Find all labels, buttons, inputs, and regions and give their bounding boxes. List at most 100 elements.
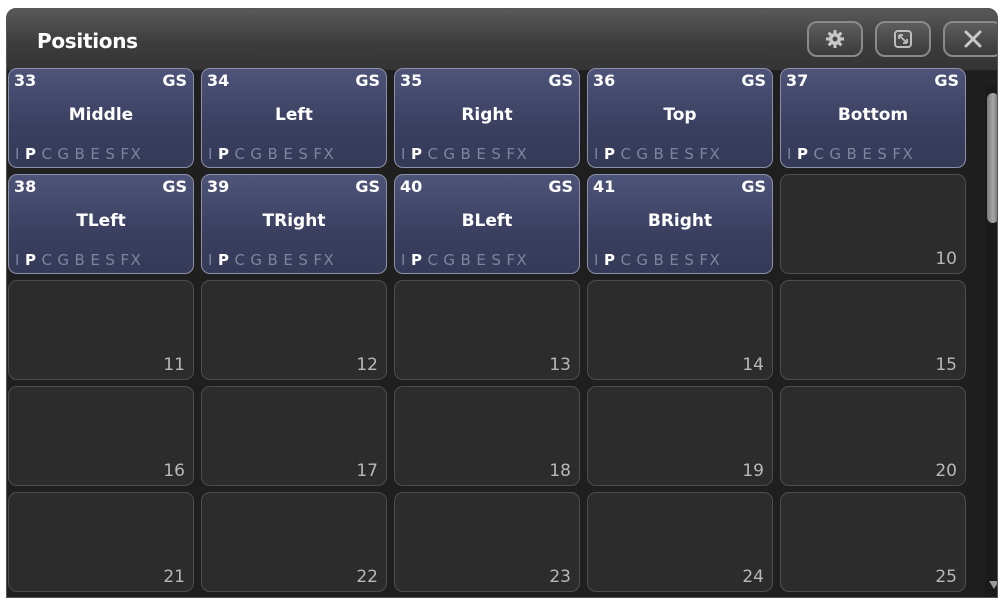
attribute-flag: I <box>15 145 21 163</box>
attribute-flag: E <box>669 145 681 163</box>
palette-gs-badge: GS <box>741 177 766 196</box>
attribute-flag: FX <box>313 145 336 163</box>
attribute-flag: C <box>427 145 440 163</box>
palette-cell[interactable]: 41 GS BRight I P C G B E S FX <box>587 174 773 274</box>
slot-number: 22 <box>356 567 378 587</box>
attribute-flag: P <box>217 145 231 163</box>
palette-cell[interactable]: 38 GS TLeft I P C G B E S FX <box>8 174 194 274</box>
palette-cell[interactable]: 36 GS Top I P C G B E S FX <box>587 68 773 168</box>
palette-label: BLeft <box>461 211 513 231</box>
attribute-flag: E <box>862 145 874 163</box>
attribute-flag: S <box>877 145 889 163</box>
palette-cell[interactable]: 40 GS BLeft I P C G B E S FX <box>394 174 580 274</box>
empty-palette-slot[interactable]: 24 <box>587 492 773 592</box>
attribute-flag: P <box>24 145 38 163</box>
empty-palette-slot[interactable]: 25 <box>780 492 966 592</box>
palette-attributes: I P C G B E S FX <box>15 145 146 163</box>
empty-palette-slot[interactable]: 19 <box>587 386 773 486</box>
attribute-flag: I <box>594 145 600 163</box>
scroll-thumb[interactable] <box>987 93 997 223</box>
attribute-flag: I <box>15 251 21 269</box>
attribute-flag: C <box>427 251 440 269</box>
attribute-flag: C <box>234 251 247 269</box>
attribute-flag: G <box>250 145 264 163</box>
empty-palette-slot[interactable]: 21 <box>8 492 194 592</box>
gear-icon <box>825 29 845 49</box>
attribute-flag: B <box>653 251 666 269</box>
attribute-flag: G <box>57 251 71 269</box>
empty-palette-slot[interactable]: 16 <box>8 386 194 486</box>
attribute-flag: I <box>208 251 214 269</box>
scroll-down-arrow-icon[interactable] <box>989 581 997 589</box>
palette-gs-badge: GS <box>548 71 573 90</box>
palette-number: 37 <box>786 71 809 90</box>
empty-palette-slot[interactable]: 23 <box>394 492 580 592</box>
palette-attributes: I P C G B E S FX <box>787 145 918 163</box>
palette-number: 41 <box>593 177 616 196</box>
attribute-flag: G <box>443 251 457 269</box>
attribute-flag: G <box>250 251 264 269</box>
resize-button[interactable] <box>875 21 931 57</box>
palette-gs-badge: GS <box>162 177 187 196</box>
palette-label: Left <box>275 105 313 125</box>
attribute-flag: E <box>283 251 295 269</box>
palette-attributes: I P C G B E S FX <box>401 145 532 163</box>
attribute-flag: I <box>208 145 214 163</box>
slot-number: 19 <box>742 461 764 481</box>
attribute-flag: B <box>74 251 87 269</box>
palette-label: Middle <box>68 105 134 125</box>
attribute-flag: E <box>90 145 102 163</box>
slot-number: 11 <box>163 355 185 375</box>
slot-number: 24 <box>742 567 764 587</box>
palette-cell[interactable]: 34 GS Left I P C G B E S FX <box>201 68 387 168</box>
empty-palette-slot[interactable]: 12 <box>201 280 387 380</box>
palette-cell[interactable]: 37 G S Bottom I P C G B E S FX <box>780 68 966 168</box>
attribute-flag: FX <box>120 145 143 163</box>
palette-attributes: I P C G B E S FX <box>208 145 339 163</box>
attribute-flag: C <box>41 251 54 269</box>
close-icon <box>963 29 983 49</box>
palette-label: Bottom <box>837 105 909 125</box>
empty-palette-slot[interactable]: 10 <box>780 174 966 274</box>
slot-number: 20 <box>935 461 957 481</box>
slot-number: 25 <box>935 567 957 587</box>
slot-number: 23 <box>549 567 571 587</box>
attribute-flag: S <box>105 145 117 163</box>
empty-palette-slot[interactable]: 22 <box>201 492 387 592</box>
attribute-flag: G <box>636 251 650 269</box>
slot-number: 12 <box>356 355 378 375</box>
attribute-flag: I <box>787 145 793 163</box>
attribute-flag: FX <box>313 251 336 269</box>
empty-palette-slot[interactable]: 14 <box>587 280 773 380</box>
title-bar: Positions <box>7 9 997 71</box>
attribute-flag: I <box>401 251 407 269</box>
attribute-flag: G <box>443 145 457 163</box>
palette-label: BRight <box>647 211 713 231</box>
empty-palette-slot[interactable]: 13 <box>394 280 580 380</box>
attribute-flag: B <box>653 145 666 163</box>
palette-number: 38 <box>14 177 37 196</box>
palette-number: 34 <box>207 71 230 90</box>
close-button[interactable] <box>943 21 997 57</box>
attribute-flag: S <box>684 251 696 269</box>
empty-palette-slot[interactable]: 11 <box>8 280 194 380</box>
palette-cell[interactable]: 35 GS Right I P C G B E S FX <box>394 68 580 168</box>
palette-gs-badge: GS <box>548 177 573 196</box>
empty-palette-slot[interactable]: 20 <box>780 386 966 486</box>
empty-palette-slot[interactable]: 17 <box>201 386 387 486</box>
slot-number: 14 <box>742 355 764 375</box>
empty-palette-slot[interactable]: 18 <box>394 386 580 486</box>
palette-number: 33 <box>14 71 37 90</box>
attribute-flag: E <box>476 145 488 163</box>
slot-number: 18 <box>549 461 571 481</box>
attribute-flag: B <box>267 145 280 163</box>
slot-number: 17 <box>356 461 378 481</box>
palette-gs-badge: GS <box>741 71 766 90</box>
palette-number: 39 <box>207 177 230 196</box>
settings-button[interactable] <box>807 21 863 57</box>
palette-cell[interactable]: 33 GS Middle I P C G B E S FX <box>8 68 194 168</box>
attribute-flag: G <box>829 145 843 163</box>
slot-number: 13 <box>549 355 571 375</box>
palette-cell[interactable]: 39 GS TRight I P C G B E S FX <box>201 174 387 274</box>
empty-palette-slot[interactable]: 15 <box>780 280 966 380</box>
